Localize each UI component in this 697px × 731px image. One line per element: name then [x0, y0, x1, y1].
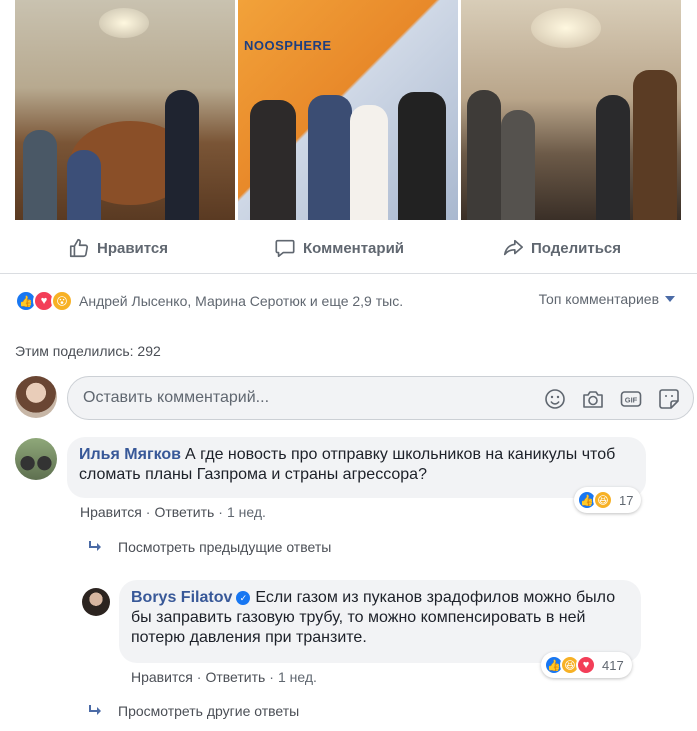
reaction-count: 17: [619, 492, 634, 508]
person-silhouette: [350, 105, 388, 220]
view-previous-replies-link[interactable]: Посмотреть предыдущие ответы: [88, 539, 331, 555]
chandelier: [531, 8, 602, 48]
shares-count[interactable]: Этим поделились: 292: [15, 343, 161, 359]
post-action-bar: Нравится Комментарий Поделиться: [0, 226, 697, 270]
avatar[interactable]: [82, 588, 110, 616]
reply-arrow-icon: [89, 705, 101, 715]
reactions-summary: 👍 ♥ 😮 Андрей Лысенко, Марина Серотюк и е…: [15, 289, 681, 313]
reply-reactions[interactable]: 👍 😆 ♥ 417: [541, 652, 632, 678]
camera-icon[interactable]: [581, 387, 605, 411]
gif-icon[interactable]: GIF: [619, 387, 643, 411]
wow-icon: 😮: [51, 290, 73, 312]
reply-bubble: Borys Filatov ✓ Если газом из пуканов зрад…: [119, 580, 641, 663]
reaction-icons[interactable]: 👍 ♥ 😮: [15, 290, 73, 312]
comment-meta: Нравится · Ответить · 1 нед.: [80, 504, 266, 520]
reply-meta: Нравится · Ответить · 1 нед.: [131, 669, 317, 685]
reply-reply-link[interactable]: Ответить: [205, 669, 265, 685]
haha-icon: 😆: [593, 490, 613, 510]
person-silhouette: [67, 150, 101, 220]
share-icon: [503, 239, 523, 256]
like-label: Нравится: [97, 239, 169, 257]
like-button[interactable]: Нравится: [68, 226, 168, 270]
comment-input-box[interactable]: GIF: [67, 376, 694, 420]
view-other-replies-link[interactable]: Просмотреть другие ответы: [88, 703, 299, 719]
view-previous-label: Посмотреть предыдущие ответы: [118, 539, 332, 555]
reply-author[interactable]: Borys Filatov: [131, 589, 232, 606]
comment-reply-link[interactable]: Ответить: [154, 504, 214, 520]
divider: [0, 273, 697, 274]
ceiling-light: [98, 8, 149, 38]
sort-label: Топ комментариев: [538, 291, 659, 307]
dinner-table-photo[interactable]: [461, 0, 681, 220]
person-silhouette: [23, 130, 57, 220]
person-silhouette: [633, 70, 677, 220]
person-silhouette: [467, 90, 501, 220]
reactions-text[interactable]: Андрей Лысенко, Марина Серотюк и еще 2,9…: [79, 293, 403, 309]
thumbs-up-icon: [69, 238, 89, 258]
share-label: Поделиться: [531, 239, 622, 257]
person-silhouette: [596, 95, 630, 220]
verified-badge-icon: ✓: [236, 591, 251, 605]
comment-label: Комментарий: [303, 239, 405, 257]
composer-icons: GIF: [543, 387, 681, 411]
avatar[interactable]: [15, 376, 57, 418]
comment-reactions[interactable]: 👍 😆 17: [574, 487, 642, 513]
comment-bubble: Илья Мягков А где новость про отправку шк…: [67, 437, 646, 498]
noosphere-sign: NOOSPHERE: [244, 38, 332, 53]
reply-arrow-icon: [89, 541, 101, 551]
comment-input[interactable]: [83, 389, 503, 407]
love-icon: ♥: [576, 655, 596, 675]
person-silhouette: [501, 110, 535, 220]
reply-like-link[interactable]: Нравится: [131, 669, 193, 685]
comment-time[interactable]: 1 нед.: [227, 504, 266, 520]
comment-author[interactable]: Илья Мягков: [79, 446, 181, 463]
svg-text:GIF: GIF: [625, 396, 638, 405]
comment-composer: GIF: [15, 376, 694, 420]
comment-icon: [275, 239, 295, 258]
reply-time[interactable]: 1 нед.: [278, 669, 317, 685]
meeting-room-photo[interactable]: [15, 0, 235, 220]
post-photos: NOOSPHERE: [15, 0, 681, 220]
comment-sort-dropdown[interactable]: Топ комментариев: [539, 291, 675, 307]
reaction-count: 417: [602, 657, 624, 673]
comment-like-link[interactable]: Нравится: [80, 504, 142, 520]
comment-button[interactable]: Комментарий: [274, 226, 404, 270]
caret-down-icon: [665, 296, 675, 302]
person-silhouette: [250, 100, 296, 220]
person-silhouette: [165, 90, 199, 220]
noosphere-group-photo[interactable]: NOOSPHERE: [238, 0, 458, 220]
share-button[interactable]: Поделиться: [502, 226, 621, 270]
person-silhouette: [398, 92, 446, 220]
sticker-icon[interactable]: [657, 387, 681, 411]
emoji-icon[interactable]: [543, 387, 567, 411]
view-other-label: Просмотреть другие ответы: [118, 703, 300, 719]
person-silhouette: [308, 95, 352, 220]
avatar[interactable]: [15, 438, 57, 480]
